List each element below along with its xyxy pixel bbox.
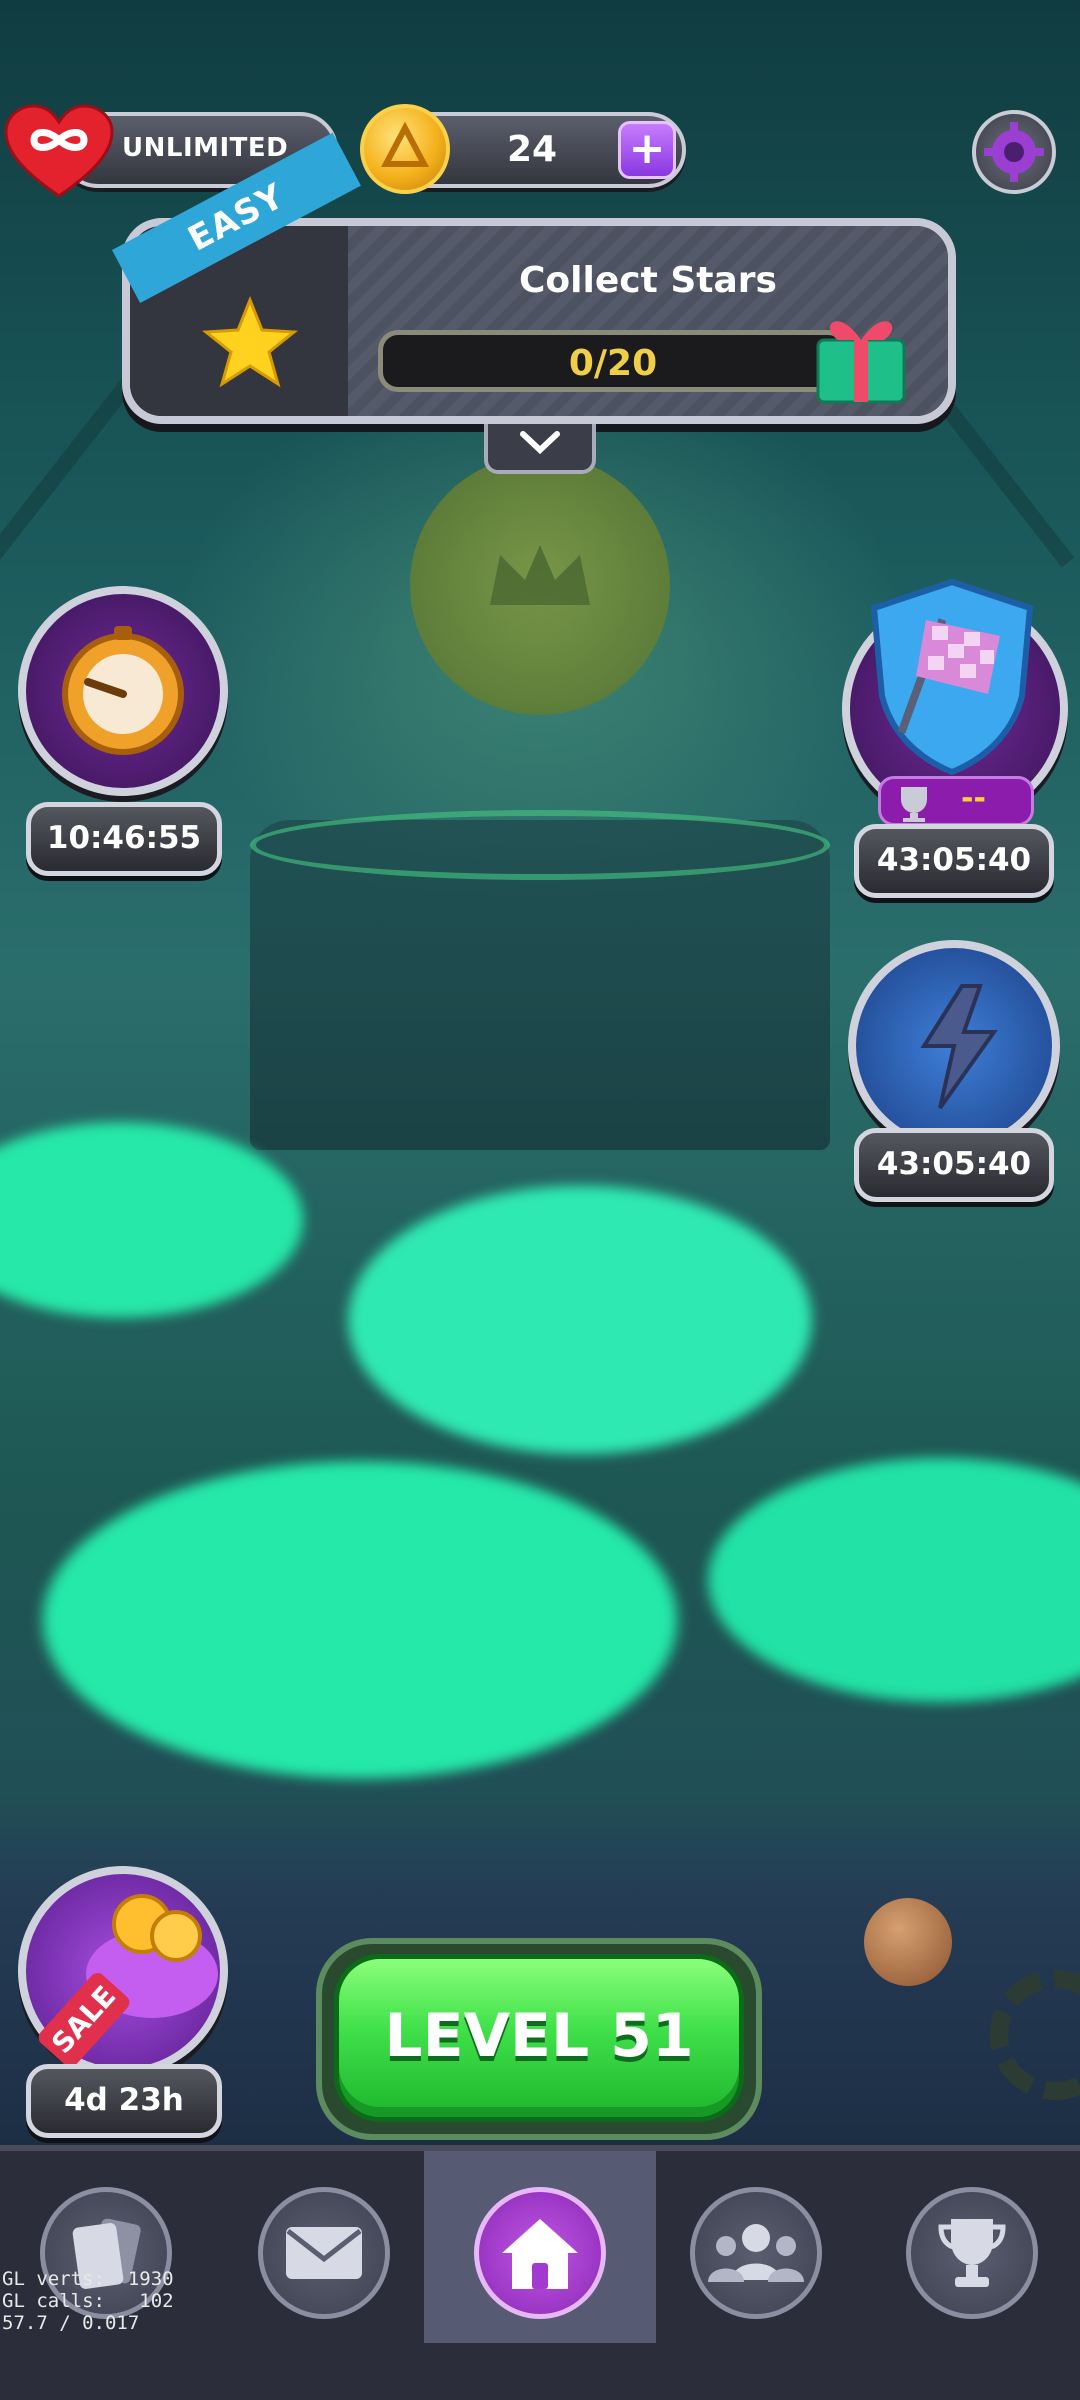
pedestal-ring [250, 810, 830, 880]
checkered-flag-shield-icon [870, 578, 1034, 776]
nav-team[interactable] [690, 2187, 822, 2319]
lightning-bolt-icon [920, 984, 998, 1110]
debug-overlay: GL verts: 1930 GL calls: 102 57.7 / 0.017 [2, 2268, 174, 2334]
envelope-icon [286, 2227, 362, 2279]
sale-offer-button[interactable]: SALE [18, 1866, 228, 2076]
race-event-timer: 43:05:40 [854, 824, 1054, 898]
stopwatch-icon [62, 626, 184, 755]
gift-icon [816, 321, 906, 404]
debug-line: 57.7 / 0.017 [2, 2312, 140, 2334]
quest-expand-button[interactable] [484, 424, 596, 474]
lightning-event-button[interactable] [848, 940, 1060, 1152]
quest-progress-bar: 0/20 [378, 330, 848, 392]
time-event-timer: 10:46:55 [26, 802, 222, 876]
trophy-icon [901, 787, 927, 822]
home-icon [502, 2219, 578, 2289]
debug-line: GL verts: 1930 [2, 2268, 174, 2290]
sale-offer-timer: 4d 23h [26, 2064, 222, 2138]
gear-icon [984, 122, 1044, 182]
race-rank-tag: -- [878, 776, 1034, 826]
star-icon [202, 296, 298, 388]
race-rank-value: -- [961, 781, 986, 816]
debug-line: GL calls: 102 [2, 2290, 174, 2312]
trophy-icon [938, 2219, 1006, 2287]
coin-count: 24 [506, 129, 558, 170]
play-level-button[interactable]: LEVEL 51 [334, 1954, 744, 2122]
add-coins-button[interactable]: + [618, 121, 676, 179]
nav-mail[interactable] [258, 2187, 390, 2319]
lives-label: UNLIMITED [122, 133, 289, 163]
nav-leaderboard[interactable] [906, 2187, 1038, 2319]
quest-title: Collect Stars [519, 260, 777, 301]
lever-knob-icon [864, 1898, 952, 1986]
chevron-down-icon [520, 431, 560, 455]
settings-button[interactable] [972, 110, 1056, 194]
heart-infinity-icon [4, 104, 114, 198]
lightning-event-timer: 43:05:40 [854, 1128, 1054, 1202]
time-event-button[interactable] [18, 586, 228, 796]
coin-icon [360, 104, 450, 194]
nav-home[interactable] [474, 2187, 606, 2319]
team-icon [708, 2224, 804, 2282]
quest-progress-text: 0/20 [568, 343, 658, 384]
crown-coin-icon [410, 455, 670, 715]
